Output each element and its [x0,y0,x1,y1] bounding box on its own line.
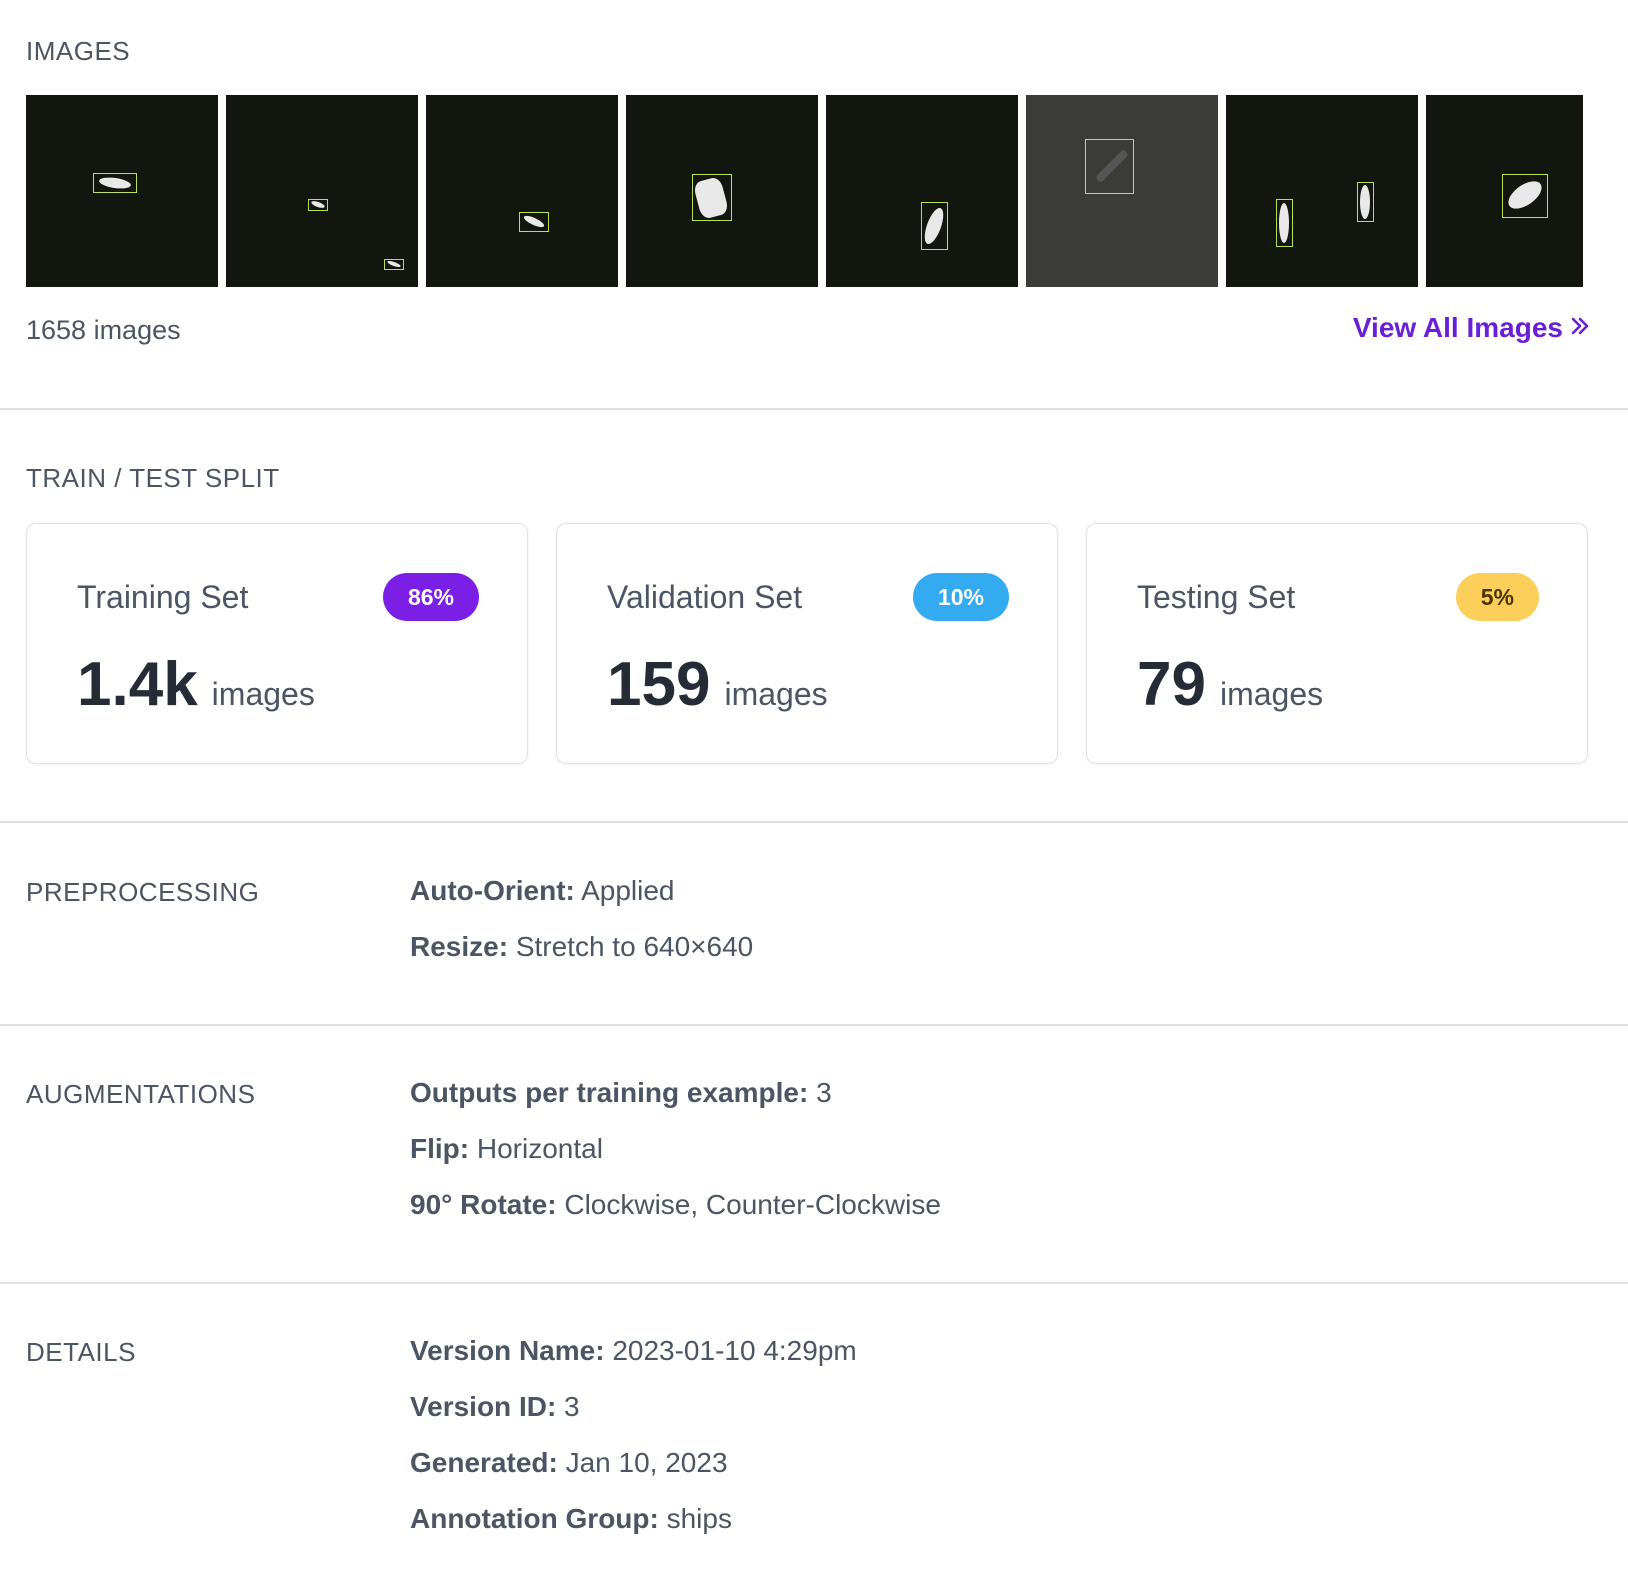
card-title: Training Set [77,579,249,615]
kv-row: 90° Rotate: Clockwise, Counter-Clockwise [410,1189,941,1220]
kv-row: Auto-Orient: Applied [410,875,675,906]
augmentations-list: Outputs per training example: 3 Flip: Ho… [410,1073,941,1241]
image-count: 1658 images [26,315,181,345]
kv-row: Generated: Jan 10, 2023 [410,1447,728,1478]
preprocessing-label: PREPROCESSING [26,877,260,907]
kv-row: Version ID: 3 [410,1391,580,1422]
details-label: DETAILS [26,1337,136,1367]
kv-row: Annotation Group: ships [410,1503,732,1534]
kv-row: Version Name: 2023-01-10 4:29pm [410,1335,857,1366]
image-thumbnail[interactable] [226,95,418,287]
image-thumbnail[interactable] [426,95,618,287]
validation-set-card: Validation Set 10% 159 images [556,523,1058,764]
image-thumbnail[interactable] [826,95,1018,287]
kv-row: Resize: Stretch to 640×640 [410,931,754,962]
card-title: Validation Set [607,579,803,615]
card-title: Testing Set [1137,579,1296,615]
section-divider [0,408,1628,410]
percent-badge: 86% [382,573,479,621]
card-count: 79 images [1137,650,1324,719]
images-section-label: IMAGES [26,36,131,66]
testing-set-card: Testing Set 5% 79 images [1086,523,1588,764]
details-list: Version Name: 2023-01-10 4:29pm Version … [410,1331,857,1555]
image-thumbnail[interactable] [1226,95,1418,287]
section-divider [0,1024,1628,1026]
percent-badge: 5% [1455,573,1539,621]
section-divider [0,1282,1628,1284]
double-chevron-right-icon [1569,312,1591,344]
image-thumbnail-row [26,95,1583,287]
image-thumbnail[interactable] [626,95,818,287]
image-thumbnail[interactable] [26,95,218,287]
image-thumbnail[interactable] [1026,95,1218,287]
kv-row: Flip: Horizontal [410,1133,603,1164]
view-all-images-label: View All Images [1352,312,1563,343]
training-set-card: Training Set 86% 1.4k images [26,523,528,764]
view-all-images-link[interactable]: View All Images [1353,312,1591,344]
section-divider [0,821,1628,823]
card-count: 1.4k images [77,650,315,719]
kv-row: Outputs per training example: 3 [410,1077,832,1108]
card-count: 159 images [607,650,828,719]
train-test-split-label: TRAIN / TEST SPLIT [26,463,280,493]
preprocessing-list: Auto-Orient: Applied Resize: Stretch to … [410,871,753,983]
percent-badge: 10% [912,573,1009,621]
image-thumbnail[interactable] [1426,95,1583,287]
augmentations-label: AUGMENTATIONS [26,1079,256,1109]
